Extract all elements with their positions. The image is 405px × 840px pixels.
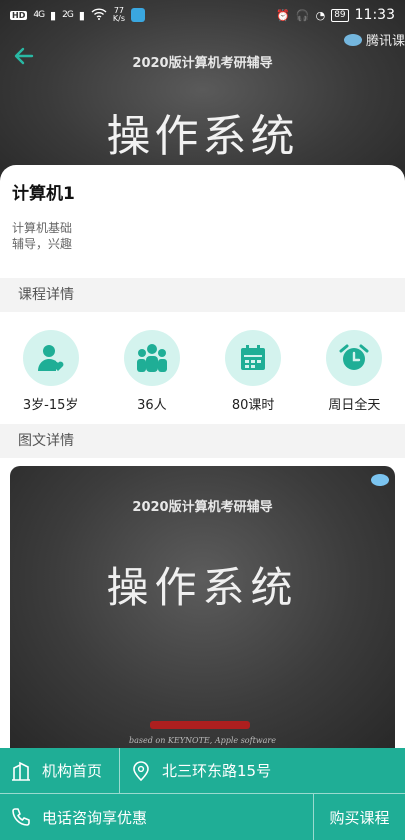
stat-label: 80课时: [231, 398, 275, 413]
back-button[interactable]: [12, 44, 40, 72]
alarm-clock-icon: [339, 344, 369, 370]
stat-label: 3岁-15岁: [22, 398, 79, 413]
detail-image-subtitle: 2020版计算机考研辅导: [132, 500, 273, 515]
watermark: 腾讯课: [343, 30, 405, 49]
section-heading-image-details: 图文详情: [0, 424, 405, 458]
wifi-icon: [91, 7, 107, 23]
bottom-action-bar: 机构首页 北三环东路15号 电话咨询享优惠 购买课程: [0, 748, 405, 840]
status-bar: HD 4G ▮ 2G ▮ 77 K/s ⏰ 🎧 ◔ 89 11:33: [0, 0, 405, 30]
tencent-logo-icon: [371, 474, 389, 486]
stat-label: 周日全天: [328, 398, 381, 413]
battery-icon: 89: [331, 8, 349, 22]
section-heading-course-details: 课程详情: [0, 278, 405, 312]
address-label: 北三环东路15号: [162, 762, 272, 780]
stat-capacity: 36人: [107, 330, 197, 424]
detail-image-container: 2020版计算机考研辅导 操作系统 based on KEYNOTE, Appl…: [0, 458, 405, 750]
course-info-card: 计算机1 计算机基础 辅导，兴趣: [0, 165, 405, 278]
hero-subtitle: 2020版计算机考研辅导: [132, 56, 273, 71]
detail-image-footer: based on KEYNOTE, Apple software: [129, 736, 276, 745]
signal-bars-icon-2: ▮: [78, 8, 85, 22]
signal-2g: 2G: [62, 10, 74, 20]
calendar-icon: [241, 345, 266, 370]
buy-course-label: 购买课程: [329, 808, 390, 827]
course-stats: 3岁-15岁 36人 80课时 周日全天: [0, 312, 405, 424]
institution-home-label: 机构首页: [42, 762, 103, 780]
clock-time: 11:33: [354, 7, 395, 23]
stat-age: 3岁-15岁: [6, 330, 96, 424]
detail-image: 2020版计算机考研辅导 操作系统 based on KEYNOTE, Appl…: [10, 466, 395, 750]
hd-badge: HD: [10, 10, 28, 20]
signal-4g: 4G: [33, 10, 45, 20]
detail-image-title: 操作系统: [106, 563, 299, 612]
watermark-text: 腾讯课: [365, 34, 405, 49]
course-description: 计算机基础 辅导，兴趣: [12, 221, 73, 251]
building-icon: [12, 761, 30, 781]
stat-hours: 80课时: [208, 330, 298, 424]
phone-icon: [12, 808, 30, 826]
redaction-mark: [150, 721, 250, 729]
hero-title: 操作系统: [106, 111, 299, 162]
alarm-icon: ⏰: [276, 8, 290, 22]
buy-course-button[interactable]: 购买课程: [313, 794, 405, 840]
speedometer-icon: ◔: [315, 8, 326, 22]
phone-consult-label: 电话咨询享优惠: [42, 808, 148, 827]
speed-unit: K/s: [112, 14, 125, 23]
app-notification-icon: [130, 8, 145, 22]
signal-bars-icon: ▮: [50, 8, 57, 22]
tencent-logo-icon: [343, 33, 362, 46]
institution-home-button[interactable]: 机构首页: [0, 748, 120, 793]
headphones-icon: 🎧: [295, 8, 310, 22]
stat-label: 36人: [137, 398, 167, 413]
stat-schedule: 周日全天: [309, 330, 399, 424]
location-pin-icon: [133, 760, 149, 781]
group-icon: [136, 344, 167, 372]
person-heart-icon: [37, 345, 64, 371]
course-name: 计算机1: [12, 184, 75, 204]
phone-consult-button[interactable]: 电话咨询享优惠: [0, 794, 313, 840]
network-speed: 77 K/s: [113, 7, 125, 23]
arrow-left-icon: [14, 47, 34, 65]
address-button[interactable]: 北三环东路15号: [120, 748, 405, 793]
